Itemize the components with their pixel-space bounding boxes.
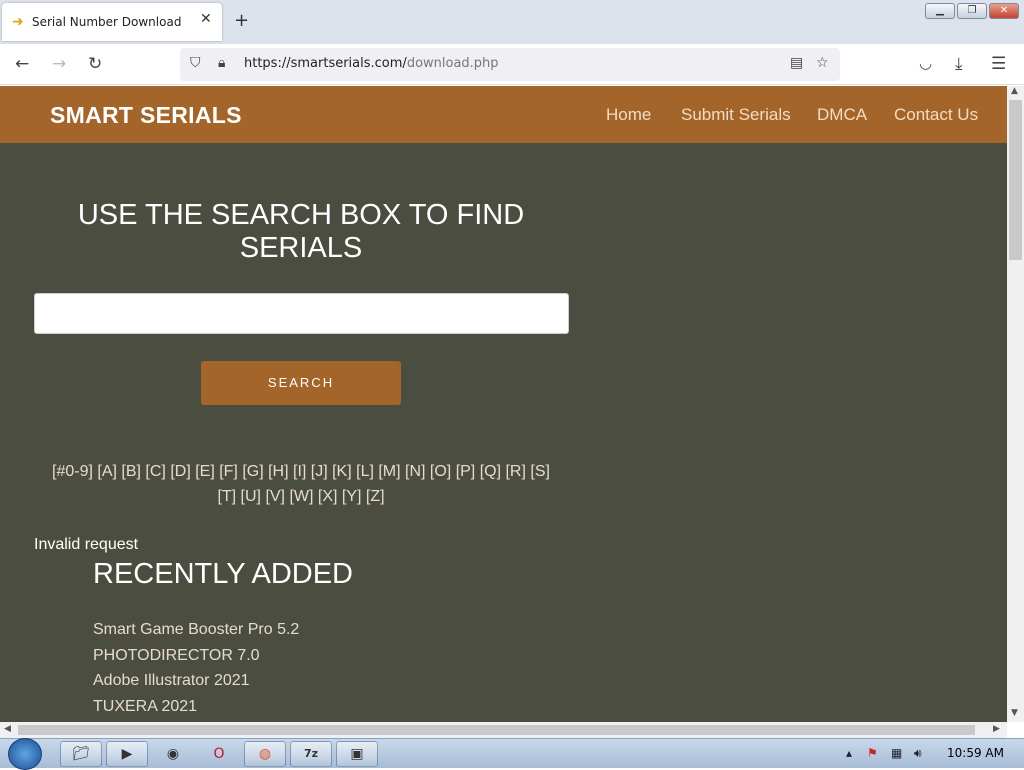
recently-added-title: RECENTLY ADDED	[93, 558, 353, 590]
search-button[interactable]: SEARCH	[201, 361, 401, 405]
opera-icon[interactable]: O	[198, 741, 240, 767]
nav-contact-us[interactable]: Contact Us	[894, 105, 978, 125]
status-message: Invalid request	[34, 536, 139, 553]
show-hidden-icons-icon[interactable]: ▴	[846, 746, 852, 760]
firefox-icon[interactable]: ◍	[244, 741, 286, 767]
volume-icon[interactable]: 🔊︎	[914, 746, 922, 761]
new-tab-icon[interactable]: +	[234, 10, 249, 31]
reader-view-icon[interactable]: ▤	[790, 55, 803, 71]
bookmark-star-icon[interactable]: ☆	[816, 55, 829, 71]
reload-icon[interactable]: ↻	[88, 54, 102, 74]
scroll-down-icon[interactable]: ▼	[1011, 708, 1018, 718]
web-page: SMART SERIALS Home Submit Serials DMCA C…	[0, 86, 1007, 722]
recent-item[interactable]: PHOTODIRECTOR 7.0	[93, 647, 299, 673]
action-center-icon[interactable]: ⚑	[867, 746, 878, 760]
favicon-icon: ➜	[12, 14, 24, 30]
nav-home[interactable]: Home	[606, 105, 651, 125]
url-text[interactable]: https://smartserials.com/download.php	[244, 56, 499, 71]
scroll-up-icon[interactable]: ▲	[1011, 86, 1018, 96]
pocket-icon[interactable]: ◡	[919, 54, 932, 72]
scroll-right-icon[interactable]: ▶	[993, 724, 1000, 734]
restore-button[interactable]: ❐	[957, 3, 987, 19]
site-header: SMART SERIALS Home Submit Serials DMCA C…	[0, 86, 1007, 143]
network-icon[interactable]: ▦	[891, 746, 902, 760]
recent-item[interactable]: Smart Game Booster Pro 5.2	[93, 621, 299, 647]
close-tab-icon[interactable]: ✕	[200, 11, 212, 27]
media-player-icon[interactable]: ▶	[106, 741, 148, 767]
menu-icon[interactable]: ☰	[991, 54, 1006, 74]
window-close-button[interactable]: ✕	[989, 3, 1019, 19]
navigation-bar: ← → ↻ ⛉ 🔒︎ https://smartserials.com/down…	[0, 44, 1024, 85]
chrome-icon[interactable]: ◉	[152, 741, 194, 767]
search-heading: USE THE SEARCH BOX TO FIND SERIALS	[77, 199, 525, 264]
forward-arrow-icon[interactable]: →	[52, 54, 66, 74]
scroll-left-icon[interactable]: ◀	[4, 724, 11, 734]
alphabet-line-1[interactable]: [#0-9] [A] [B] [C] [D] [E] [F] [G] [H] […	[34, 459, 568, 484]
recent-list: Smart Game Booster Pro 5.2 PHOTODIRECTOR…	[93, 621, 299, 722]
alphabet-line-2[interactable]: [T] [U] [V] [W] [X] [Y] [Z]	[34, 484, 568, 509]
back-arrow-icon[interactable]: ←	[15, 54, 29, 74]
lock-icon[interactable]: 🔒︎	[218, 55, 225, 71]
nav-dmca[interactable]: DMCA	[817, 105, 867, 125]
explorer-icon[interactable]: 📁︎	[60, 741, 102, 767]
tab-bar: ➜ Serial Number Download ✕ + ▁ ❐ ✕	[0, 0, 1024, 44]
folder-app-icon[interactable]: ▣	[336, 741, 378, 767]
address-bar[interactable]: ⛉ 🔒︎ https://smartserials.com/download.p…	[180, 48, 840, 81]
taskbar: 📁︎ ▶ ◉ O ◍ 7z ▣ ▴ ⚑ ▦ 🔊︎ 10:59 AM	[0, 738, 1024, 770]
download-icon[interactable]: ⤓	[955, 54, 963, 74]
site-logo[interactable]: SMART SERIALS	[50, 102, 242, 129]
start-button[interactable]	[8, 738, 42, 770]
browser-tab[interactable]: ➜ Serial Number Download ✕	[2, 3, 222, 41]
recent-item[interactable]: Adobe Illustrator 2021	[93, 672, 299, 698]
tab-title: Serial Number Download	[32, 15, 182, 29]
shield-icon[interactable]: ⛉	[190, 55, 201, 71]
horizontal-scroll-thumb[interactable]	[18, 725, 975, 735]
search-input[interactable]	[34, 293, 569, 334]
vertical-scroll-thumb[interactable]	[1009, 100, 1022, 260]
minimize-button[interactable]: ▁	[925, 3, 955, 19]
recent-item[interactable]: TUXERA 2021	[93, 698, 299, 723]
url-domain: https://smartserials.com/	[244, 56, 407, 71]
7zip-icon[interactable]: 7z	[290, 741, 332, 767]
url-path: download.php	[406, 56, 499, 71]
alphabet-index[interactable]: [#0-9] [A] [B] [C] [D] [E] [F] [G] [H] […	[34, 459, 568, 509]
clock[interactable]: 10:59 AM	[947, 746, 1004, 760]
nav-submit-serials[interactable]: Submit Serials	[681, 105, 791, 125]
